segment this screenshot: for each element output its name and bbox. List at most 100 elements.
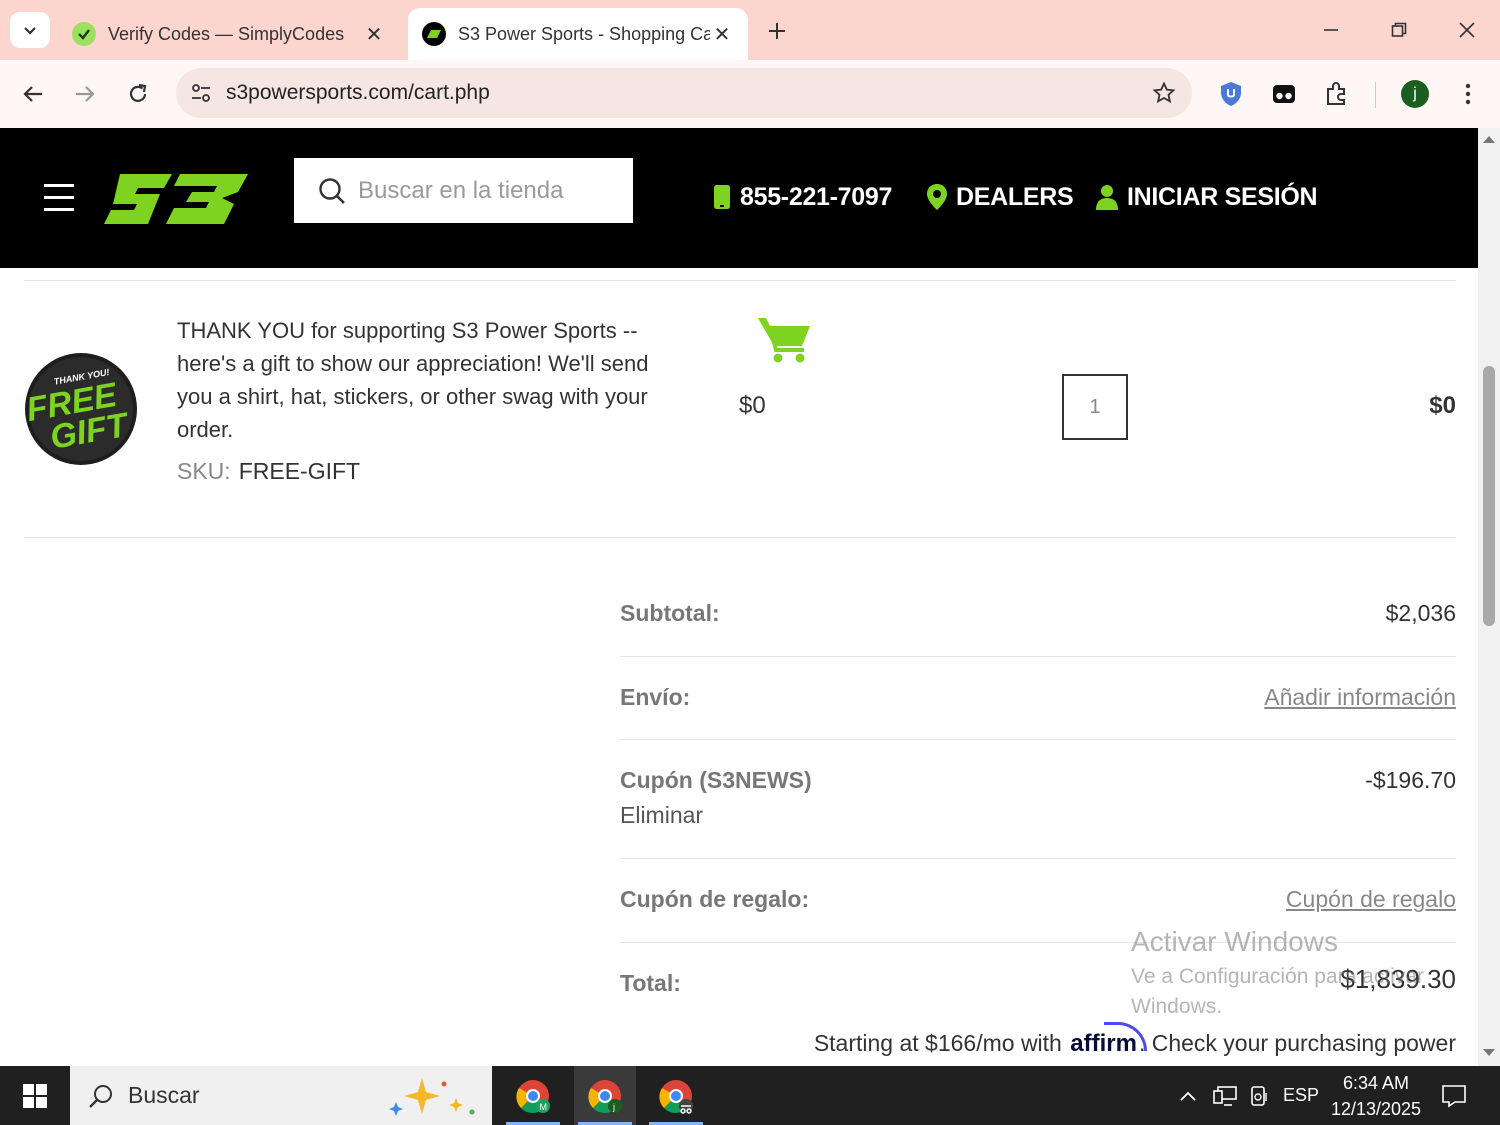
site-info-icon[interactable] xyxy=(176,68,226,118)
item-sku: SKU: FREE-GIFT xyxy=(177,458,360,485)
search-input[interactable] xyxy=(358,176,618,205)
browser-menu-button[interactable] xyxy=(1448,74,1488,114)
reload-icon xyxy=(129,83,147,102)
chrome-icon xyxy=(659,1079,693,1114)
network-button[interactable] xyxy=(1208,1066,1242,1125)
forward-button[interactable] xyxy=(65,74,105,114)
divider xyxy=(24,280,1456,281)
close-window-button[interactable] xyxy=(1442,10,1492,50)
windows-watermark-subtitle: Ve a Configuración para activar Windows. xyxy=(1131,965,1425,1018)
subtotal-value: $2,036 xyxy=(1385,600,1456,626)
store-search[interactable] xyxy=(294,158,633,223)
tab-s3-cart[interactable]: S3 Power Sports - Shopping Cart ✕ xyxy=(408,8,748,60)
volume-button[interactable] xyxy=(1244,1066,1274,1125)
scroll-up-arrow[interactable] xyxy=(1483,136,1495,143)
add-shipping-info-link[interactable]: Añadir información xyxy=(1264,684,1456,711)
browser-tab-strip: Verify Codes — SimplyCodes ✕ S3 Power Sp… xyxy=(0,0,1500,60)
taskbar-chrome-profile-j[interactable]: j xyxy=(574,1066,636,1125)
item-description: THANK YOU for supporting S3 Power Sports… xyxy=(177,318,649,442)
s3-logo[interactable] xyxy=(102,168,252,230)
sku-label: SKU: xyxy=(177,458,231,484)
divider xyxy=(620,858,1456,859)
close-tab-icon[interactable]: ✕ xyxy=(710,22,734,46)
cart-icon xyxy=(756,314,812,364)
restore-button[interactable] xyxy=(1374,10,1424,50)
restore-icon xyxy=(1391,22,1407,37)
windows-taskbar: Buscar M j ESP 6:34 AM 12/13/2025 xyxy=(0,1066,1500,1125)
minimize-button[interactable] xyxy=(1306,10,1356,50)
tab-title: S3 Power Sports - Shopping Cart xyxy=(458,23,710,44)
phone-icon xyxy=(712,184,732,210)
more-vertical-icon xyxy=(1465,83,1471,105)
affirm-logo[interactable]: affirm xyxy=(1070,1022,1147,1058)
svg-text:j: j xyxy=(612,1102,615,1112)
s3-favicon-icon xyxy=(422,22,446,46)
new-tab-button[interactable] xyxy=(762,16,792,46)
subtotal-label: Subtotal: xyxy=(620,600,720,626)
browser-toolbar: s3powersports.com/cart.php j xyxy=(0,60,1500,128)
quantity-field[interactable]: 1 xyxy=(1062,374,1128,440)
gift-coupon-label: Cupón de regalo: xyxy=(620,886,810,912)
tab-verify-codes[interactable]: Verify Codes — SimplyCodes ✕ xyxy=(58,8,400,60)
taskbar-chrome-profile-m[interactable]: M xyxy=(502,1066,564,1125)
login-label: INICIAR SESIÓN xyxy=(1127,182,1318,211)
phone-number: 855-221-7097 xyxy=(740,182,893,211)
arrow-left-icon xyxy=(23,86,42,102)
total-label: Total: xyxy=(620,970,681,996)
divider xyxy=(620,656,1456,657)
back-button[interactable] xyxy=(13,74,53,114)
tab-search-button[interactable] xyxy=(10,12,50,48)
notifications-button[interactable] xyxy=(1432,1066,1476,1125)
taskbar-search[interactable]: Buscar xyxy=(70,1066,492,1125)
menu-hamburger-icon[interactable] xyxy=(44,184,74,212)
avatar: j xyxy=(1401,80,1429,108)
show-hidden-icons-button[interactable] xyxy=(1172,1066,1204,1125)
close-icon xyxy=(1459,22,1475,38)
affirm-check-link[interactable]: . Check your purchasing power xyxy=(1139,1030,1456,1057)
reload-button[interactable] xyxy=(118,74,158,114)
divider xyxy=(24,537,1456,538)
extension-mask-button[interactable] xyxy=(1264,74,1304,114)
chevron-down-icon xyxy=(24,27,36,35)
scroll-down-arrow[interactable] xyxy=(1483,1049,1495,1056)
profile-button[interactable]: j xyxy=(1395,74,1435,114)
taskbar-clock[interactable]: 6:34 AM 12/13/2025 xyxy=(1326,1070,1426,1122)
clock-time: 6:34 AM xyxy=(1342,1073,1410,1093)
dealers-link[interactable]: DEALERS xyxy=(926,180,1074,214)
arrow-right-icon xyxy=(76,86,95,102)
chrome-icon: M xyxy=(516,1079,550,1113)
affirm-financing-message: Starting at $166/mo with affirm. Check y… xyxy=(813,1022,1456,1058)
notification-icon xyxy=(1442,1084,1466,1107)
page-scrollbar[interactable] xyxy=(1478,128,1500,1066)
remove-coupon-link[interactable]: Eliminar xyxy=(620,802,703,829)
windows-logo-icon xyxy=(23,1083,47,1108)
toolbar-separator xyxy=(1375,82,1376,108)
address-bar[interactable]: s3powersports.com/cart.php xyxy=(176,68,1192,118)
item-unit-price: $0 xyxy=(739,392,766,419)
extension-shield-button[interactable] xyxy=(1211,74,1251,114)
search-icon xyxy=(89,1084,112,1108)
map-pin-icon xyxy=(926,183,948,211)
close-tab-icon[interactable]: ✕ xyxy=(362,22,386,46)
affirm-prefix: Starting at $166/mo with xyxy=(813,1030,1062,1056)
input-language-button[interactable]: ESP xyxy=(1280,1066,1322,1125)
free-gift-image[interactable]: THANK YOU! FREE GIFT xyxy=(24,352,138,466)
item-line-total: $0 xyxy=(1429,392,1456,419)
plus-icon xyxy=(769,23,785,39)
taskbar-chrome-incognito[interactable] xyxy=(645,1066,707,1125)
scrollbar-thumb[interactable] xyxy=(1483,366,1495,626)
phone-link[interactable]: 855-221-7097 xyxy=(712,180,892,214)
url-text[interactable]: s3powersports.com/cart.php xyxy=(226,81,1136,105)
gift-coupon-link[interactable]: Cupón de regalo xyxy=(1286,886,1456,913)
extensions-button[interactable] xyxy=(1317,74,1357,114)
network-icon xyxy=(1213,1085,1237,1106)
bookmark-star-icon[interactable] xyxy=(1136,68,1192,118)
start-button[interactable] xyxy=(0,1066,70,1125)
divider xyxy=(620,739,1456,740)
coupon-value: -$196.70 xyxy=(1365,767,1456,793)
chevron-up-icon xyxy=(1180,1091,1196,1101)
site-header: 855-221-7097 DEALERS INICIAR SESIÓN xyxy=(0,128,1478,268)
login-link[interactable]: INICIAR SESIÓN xyxy=(1095,180,1318,214)
shipping-label: Envío: xyxy=(620,684,691,710)
speaker-icon xyxy=(1251,1085,1267,1106)
